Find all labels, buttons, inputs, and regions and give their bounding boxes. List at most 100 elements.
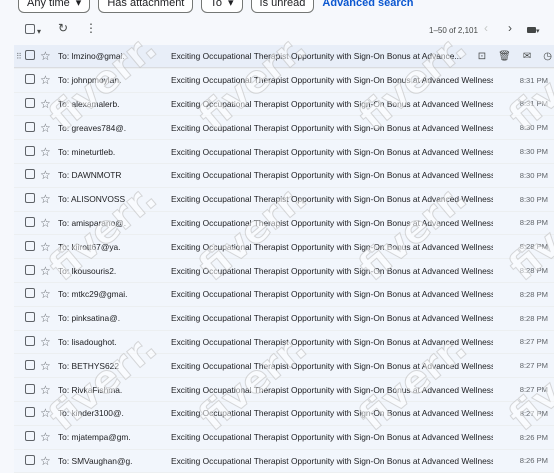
email-row[interactable]: ⠿ ☆ To: lmzino@gmai. Exciting Occupational … — [14, 45, 554, 69]
checkbox-icon — [25, 383, 35, 394]
to-filter[interactable]: To ▾ — [201, 0, 243, 13]
row-checkbox[interactable] — [25, 216, 35, 229]
recipient: To: amisparano@. — [58, 217, 127, 228]
email-row[interactable]: ☆ To: johnpmoylan. Exciting Occupational T… — [14, 68, 554, 93]
recipient: To: kiirott67@ya. — [58, 241, 121, 252]
subject: Exciting Occupational Therapist Opportun… — [171, 241, 493, 252]
row-checkbox[interactable] — [25, 335, 35, 348]
row-checkbox[interactable] — [25, 288, 35, 300]
to-label: To — [210, 0, 222, 9]
delete-icon[interactable]: 🗑 — [498, 51, 511, 62]
timestamp: 8:28 PM — [519, 289, 548, 299]
row-checkbox[interactable] — [25, 193, 35, 205]
star-icon[interactable]: ☆ — [40, 287, 51, 301]
snooze-icon[interactable]: ◷ — [543, 51, 552, 62]
star-icon[interactable]: ☆ — [40, 335, 51, 349]
checkbox-icon — [25, 97, 35, 108]
checkbox-icon — [25, 454, 35, 465]
email-row[interactable]: ☆ To: ALISONVOSS Exciting Occupational The… — [14, 187, 554, 212]
email-row[interactable]: ☆ To: greaves784@. Exciting Occupational T… — [14, 116, 554, 141]
row-checkbox[interactable] — [25, 407, 35, 419]
star-icon[interactable]: ☆ — [40, 49, 51, 63]
checkbox-icon — [25, 240, 35, 251]
archive-icon[interactable]: ⊡ — [478, 51, 486, 62]
timestamp: 8:30 PM — [519, 123, 548, 133]
input-tools-icon[interactable]: ▾ — [527, 25, 540, 36]
star-icon[interactable]: ☆ — [40, 97, 51, 111]
row-checkbox[interactable] — [25, 431, 35, 443]
row-checkbox[interactable] — [25, 312, 35, 324]
star-icon[interactable]: ☆ — [40, 73, 51, 87]
row-checkbox[interactable] — [25, 383, 35, 396]
star-icon[interactable]: ☆ — [40, 383, 51, 397]
star-icon[interactable]: ☆ — [40, 406, 51, 420]
star-icon[interactable]: ☆ — [40, 145, 51, 159]
row-checkbox[interactable] — [25, 121, 35, 134]
timestamp: 8:30 PM — [519, 147, 548, 157]
email-row[interactable]: ☆ To: mineturtleb. Exciting Occupational T… — [14, 140, 554, 164]
star-icon[interactable]: ☆ — [40, 216, 51, 230]
email-row[interactable]: ☆ To: pinksatina@. Exciting Occupational T… — [14, 306, 554, 331]
checkbox-icon — [25, 216, 35, 227]
row-checkbox[interactable] — [25, 240, 35, 253]
star-icon[interactable]: ☆ — [40, 430, 51, 444]
checkbox-icon — [25, 407, 35, 418]
email-row[interactable]: ☆ To: SMVaughan@g. Exciting Occupational T… — [14, 449, 554, 473]
more-options-icon[interactable]: ⋮ — [85, 21, 97, 35]
star-icon[interactable]: ☆ — [40, 454, 51, 468]
email-row[interactable]: ☆ To: alexamalerb. Exciting Occupational T… — [14, 92, 554, 117]
subject: Exciting Occupational Therapist Opportun… — [171, 75, 493, 86]
email-row[interactable]: ☆ To: lisadoughot. Exciting Occupational T… — [14, 330, 554, 355]
email-row[interactable]: ☆ To: DAWNMOTR Exciting Occupational Thera… — [14, 163, 554, 188]
is-unread-filter[interactable]: Is unread — [250, 0, 315, 13]
star-icon[interactable]: ☆ — [40, 311, 51, 325]
recipient: To: pinksatina@. — [58, 313, 121, 324]
star-icon[interactable]: ☆ — [40, 121, 51, 135]
is-unread-label: Is unread — [259, 0, 306, 9]
row-checkbox[interactable] — [25, 264, 35, 277]
star-icon[interactable]: ☆ — [40, 168, 51, 182]
mark-unread-icon[interactable]: ✉ — [523, 51, 531, 62]
prev-page-icon[interactable]: ‹ — [484, 21, 488, 35]
recipient: To: ALISONVOSS — [58, 194, 126, 205]
row-checkbox[interactable] — [25, 454, 35, 467]
recipient: To: mineturtleb. — [58, 146, 116, 157]
advanced-search-link[interactable]: Advanced search — [322, 0, 413, 9]
select-all-checkbox[interactable]: ▾ — [25, 24, 41, 37]
timestamp: 8:31 PM — [519, 99, 548, 109]
next-page-icon[interactable]: › — [508, 21, 512, 35]
row-checkbox[interactable] — [25, 359, 35, 372]
subject: Exciting Occupational Therapist Opportun… — [171, 51, 462, 62]
chevron-down-icon: ▾ — [228, 0, 234, 9]
star-icon[interactable]: ☆ — [40, 359, 51, 373]
timestamp: 8:27 PM — [519, 337, 548, 347]
row-checkbox[interactable] — [25, 74, 35, 86]
timestamp: 8:27 PM — [519, 408, 548, 418]
email-row[interactable]: ☆ To: kinder3100@. Exciting Occupational T… — [14, 401, 554, 426]
email-row[interactable]: ☆ To: lkousouris2. Exciting Occupational T… — [14, 259, 554, 283]
subject: Exciting Occupational Therapist Opportun… — [171, 289, 493, 300]
has-attachment-filter[interactable]: Has attachment — [98, 0, 194, 13]
row-checkbox[interactable] — [25, 145, 35, 158]
email-row[interactable]: ☆ To: RivkaFishma. Exciting Occupational T… — [14, 378, 554, 402]
row-checkbox[interactable] — [25, 97, 35, 110]
row-checkbox[interactable] — [25, 50, 35, 62]
star-icon[interactable]: ☆ — [40, 264, 51, 278]
drag-handle-icon[interactable]: ⠿ — [16, 52, 22, 61]
any-time-filter[interactable]: Any time ▾ — [18, 0, 91, 13]
recipient: To: alexamalerb. — [58, 98, 120, 109]
row-checkbox[interactable] — [25, 169, 35, 181]
chevron-down-icon: ▾ — [37, 27, 42, 36]
email-row[interactable]: ☆ To: mtkc29@gmai. Exciting Occupational T… — [14, 282, 554, 307]
email-row[interactable]: ☆ To: kiirott67@ya. Exciting Occupational … — [14, 235, 554, 260]
checkbox-icon — [25, 193, 35, 204]
email-row[interactable]: ☆ To: amisparano@. Exciting Occupational T… — [14, 211, 554, 236]
refresh-icon[interactable]: ↻ — [58, 21, 68, 35]
timestamp: 8:28 PM — [519, 218, 548, 228]
timestamp: 8:28 PM — [519, 242, 548, 252]
has-attachment-label: Has attachment — [107, 0, 185, 9]
star-icon[interactable]: ☆ — [40, 192, 51, 206]
email-row[interactable]: ☆ To: BETHYS622 Exciting Occupational Ther… — [14, 354, 554, 379]
email-row[interactable]: ☆ To: mjatempa@gm. Exciting Occupational T… — [14, 425, 554, 450]
star-icon[interactable]: ☆ — [40, 240, 51, 254]
